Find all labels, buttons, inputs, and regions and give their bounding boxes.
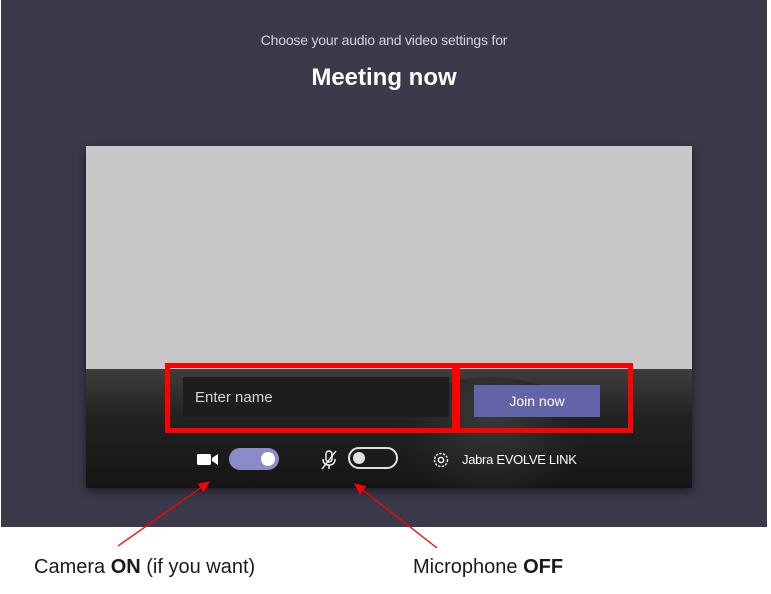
mic-caption-prefix: Microphone: [413, 556, 524, 578]
mic-caption-state: OFF: [523, 556, 564, 578]
microphone-caption: Microphone OFF: [413, 556, 563, 579]
teams-prejoin-screen: Choose your audio and video settings for…: [1, 0, 767, 527]
audio-device-label[interactable]: Jabra EVOLVE LINK: [462, 452, 577, 467]
camera-toggle[interactable]: [229, 448, 279, 470]
microphone-toggle[interactable]: [348, 447, 398, 469]
mic-off-icon[interactable]: [319, 449, 339, 471]
camera-caption-prefix: Camera: [34, 556, 111, 578]
video-preview: [86, 146, 692, 488]
meeting-title: Meeting now: [311, 64, 457, 91]
camera-caption: Camera ON (if you want): [34, 556, 255, 579]
microphone-toggle-knob: [353, 452, 365, 464]
name-input-highlight: [165, 363, 457, 433]
join-button-highlight: [455, 363, 633, 433]
camera-toggle-knob: [261, 452, 275, 466]
camera-icon[interactable]: [197, 451, 219, 467]
camera-caption-state: ON: [110, 556, 141, 578]
settings-subtitle: Choose your audio and video settings for: [260, 32, 508, 48]
gear-icon[interactable]: [431, 450, 451, 470]
camera-caption-suffix: (if you want): [140, 556, 256, 578]
